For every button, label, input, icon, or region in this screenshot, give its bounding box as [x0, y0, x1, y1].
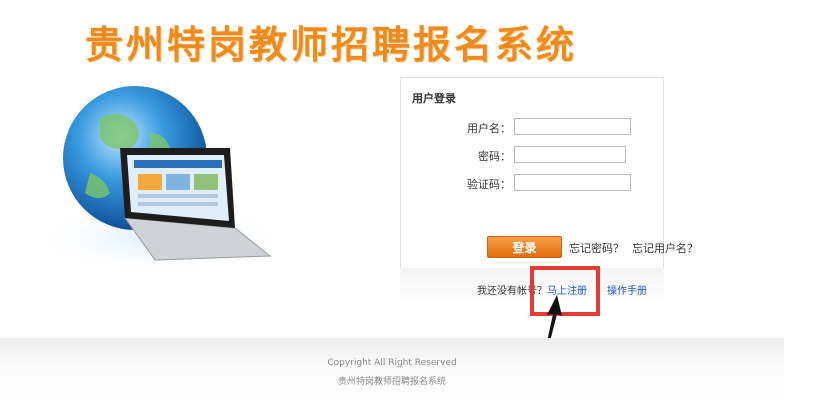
captcha-row: 验证码：	[401, 174, 663, 194]
username-row: 用户名：	[401, 118, 663, 138]
forgot-password-link[interactable]: 忘记密码？	[569, 240, 624, 256]
password-input[interactable]	[514, 146, 626, 163]
username-label: 用户名：	[467, 122, 511, 135]
username-input[interactable]	[514, 118, 631, 135]
footer-copyright: Copyright All Right Reserved	[327, 358, 457, 368]
page-title: 贵州特岗教师招聘报名系统	[85, 23, 578, 67]
captcha-input[interactable]	[514, 174, 631, 191]
forgot-username-link[interactable]: 忘记用户名？	[632, 240, 698, 256]
login-button[interactable]: 登录	[487, 236, 562, 258]
globe-laptop-illustration	[35, 86, 285, 273]
footer-system-name: 贵州特岗教师招聘报名系统	[337, 377, 446, 387]
password-label: 密码：	[478, 150, 511, 163]
manual-link[interactable]: 操作手册	[607, 282, 647, 297]
login-panel: 用户登录 用户名： 密码： 验证码： 登录 忘记密码？ 忘记用户名？	[400, 77, 698, 269]
footer: Copyright All Right Reserved 贵州特岗教师招聘报名系…	[0, 338, 784, 404]
login-panel-title: 用户登录	[412, 92, 456, 105]
captcha-label: 验证码：	[467, 178, 511, 191]
password-row: 密码：	[401, 146, 663, 166]
